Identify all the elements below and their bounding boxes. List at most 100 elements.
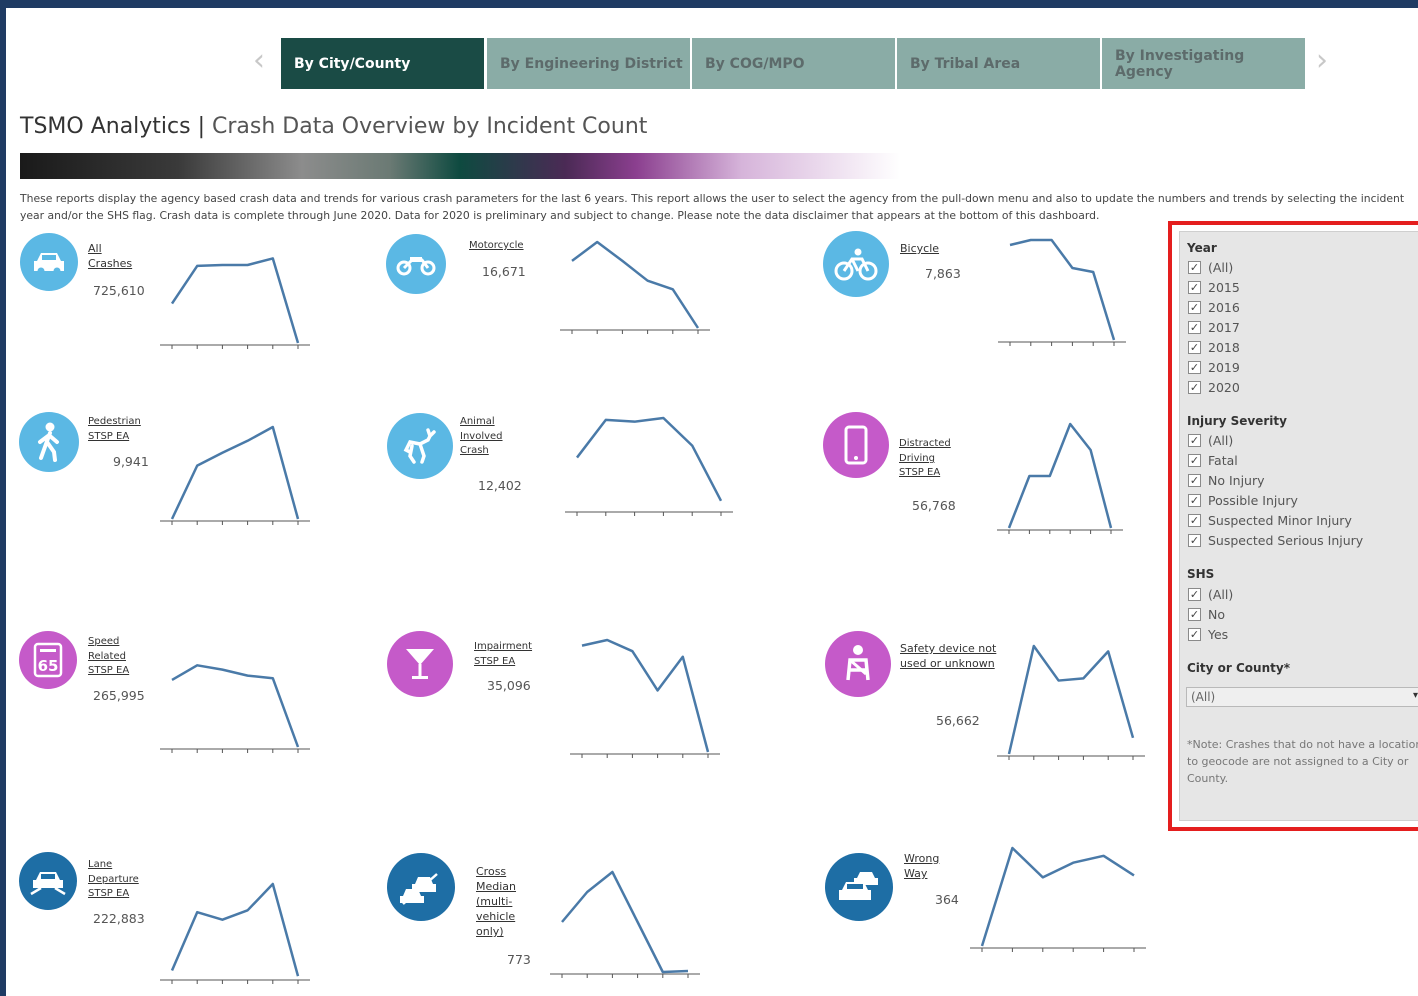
sparkline-speed-related [160,664,310,753]
filter-option-label: 2019 [1208,359,1240,375]
checkbox-checked-icon[interactable]: ✓ [1188,513,1201,527]
page-title: TSMO Analytics | Crash Data Overview by … [20,114,647,139]
metric-label-wrong-way[interactable]: Wrong Way [904,851,939,881]
metric-label-distracted-driving[interactable]: Distracted Driving STSP EA [899,437,951,481]
filter-year-option[interactable]: ✓ 2015 [1188,278,1240,296]
filter-option-label: 2020 [1208,379,1240,395]
checkbox-checked-icon[interactable]: ✓ [1188,300,1201,314]
metric-label-impairment[interactable]: Impairment STSP EA [474,640,532,669]
filter-shs-option[interactable]: ✓ Yes [1188,625,1228,643]
filter-injury-option[interactable]: ✓ Possible Injury [1188,491,1298,509]
filter-option-label: 2017 [1208,319,1240,335]
checkbox-checked-icon[interactable]: ✓ [1188,433,1201,447]
filter-injury-option[interactable]: ✓ Suspected Serious Injury [1188,531,1363,549]
sparkline-trend-line[interactable] [1009,238,1116,341]
checkbox-checked-icon[interactable]: ✓ [1188,453,1201,467]
filter-year-title: Year [1187,241,1217,255]
filter-year-option[interactable]: ✓ 2017 [1188,318,1240,336]
filter-year-option[interactable]: ✓ 2018 [1188,338,1240,356]
checkbox-checked-icon[interactable]: ✓ [1188,320,1201,334]
filter-option-label: Yes [1208,626,1229,642]
deer-icon [387,413,453,479]
sparkline-trend-line[interactable] [170,882,300,977]
sparkline-trend-line[interactable] [1007,422,1113,529]
metric-value-pedestrian: 9,941 [113,454,149,469]
checkbox-checked-icon[interactable]: ✓ [1188,340,1201,354]
filter-option-label: (All) [1208,432,1234,448]
filter-injury-title: Injury Severity [1187,414,1287,428]
checkbox-checked-icon[interactable]: ✓ [1188,360,1201,374]
svg-text:65: 65 [38,657,59,675]
chevron-down-icon[interactable]: ▾ [1413,690,1418,701]
metric-value-speed-related: 265,995 [93,688,145,703]
sparkline-trend-line[interactable] [980,846,1135,947]
metric-value-bicycle: 7,863 [925,266,961,281]
city-county-dropdown[interactable]: (All) ▾ [1186,687,1418,707]
sparkline-trend-line[interactable] [576,416,723,502]
filter-injury-option[interactable]: ✓ (All) [1188,431,1233,449]
filter-shs-option[interactable]: ✓ No [1188,605,1225,623]
filter-option-label: 2018 [1208,339,1240,355]
metric-label-speed-related[interactable]: Speed Related STSP EA [88,635,129,679]
filter-injury-option[interactable]: ✓ Suspected Minor Injury [1188,511,1352,529]
metric-label-bicycle[interactable]: Bicycle [900,241,939,256]
metric-value-animal-involved: 12,402 [478,478,522,493]
metric-value-all-crashes: 725,610 [93,283,145,298]
filter-year-option[interactable]: ✓ 2020 [1188,378,1240,396]
sparkline-pedestrian [160,425,310,525]
sparkline-all-crashes [160,257,310,349]
sparkline-trend-line[interactable] [170,425,300,520]
metric-label-safety-device[interactable]: Safety device not used or unknown [900,641,996,671]
checkbox-checked-icon[interactable]: ✓ [1188,607,1201,621]
sparkline-animal-involved [565,416,733,516]
sparkline-impairment [570,638,720,758]
checkbox-checked-icon[interactable]: ✓ [1188,493,1201,507]
tab-prev-arrow[interactable]: ‹ [253,46,265,76]
checkbox-checked-icon[interactable]: ✓ [1188,587,1201,601]
filter-city-title: City or County* [1187,661,1290,675]
sparkline-trend-line[interactable] [561,870,689,974]
speed-limit-icon: 65 [19,631,77,689]
metric-label-cross-median[interactable]: Cross Median (multi- vehicle only) [476,864,516,939]
checkbox-checked-icon[interactable]: ✓ [1188,280,1201,294]
filter-injury-option[interactable]: ✓ Fatal [1188,451,1238,469]
filter-injury-option[interactable]: ✓ No Injury [1188,471,1265,489]
filter-year-option[interactable]: ✓ 2019 [1188,358,1240,376]
car-crash-icon [20,233,78,291]
report-description: These reports display the agency based c… [20,192,1405,222]
checkbox-checked-icon[interactable]: ✓ [1188,380,1201,394]
sparkline-trend-line[interactable] [571,240,700,329]
tab-by-tribal-area[interactable]: By Tribal Area [897,38,1100,89]
checkbox-checked-icon[interactable]: ✓ [1188,533,1201,547]
filter-panel-body: Year ✓ (All) ✓ 2015 ✓ 2016 ✓ 2017 ✓ 2018 ✓ 2019 ✓ 202… [1179,231,1418,821]
metric-label-motorcycle[interactable]: Motorcycle [469,239,524,254]
sparkline-distracted-driving [997,422,1123,534]
filter-year-option[interactable]: ✓ 2016 [1188,298,1240,316]
sparkline-trend-line[interactable] [170,257,300,344]
seatbelt-icon [825,631,891,697]
tab-by-investigating-agency[interactable]: By Investigating Agency [1102,38,1305,89]
sparkline-motorcycle [560,240,710,334]
checkbox-checked-icon[interactable]: ✓ [1188,260,1201,274]
checkbox-checked-icon[interactable]: ✓ [1188,627,1201,641]
tab-by-cog-mpo[interactable]: By COG/MPO [692,38,895,89]
page-title-main: TSMO Analytics | [20,114,212,139]
tab-next-arrow[interactable]: › [1316,46,1328,76]
filter-shs-option[interactable]: ✓ (All) [1188,585,1233,603]
filter-year-option[interactable]: ✓ (All) [1188,258,1233,276]
checkbox-checked-icon[interactable]: ✓ [1188,473,1201,487]
tab-by-engineering-district[interactable]: By Engineering District [487,38,690,89]
metric-label-lane-departure[interactable]: Lane Departure STSP EA [88,858,139,902]
sparkline-trend-line[interactable] [171,664,300,748]
metric-label-all-crashes[interactable]: All Crashes [88,241,132,271]
wrong-way-icon [825,853,893,921]
tab-by-city-county[interactable]: By City/County [281,38,484,89]
cocktail-icon [387,631,453,697]
metric-label-pedestrian[interactable]: Pedestrian STSP EA [88,415,141,444]
filter-option-label: Suspected Minor Injury [1208,512,1352,528]
metric-value-impairment: 35,096 [487,678,531,693]
bicycle-icon [823,231,889,297]
metric-label-animal-involved[interactable]: Animal Involved Crash [460,415,503,459]
sparkline-trend-line[interactable] [581,638,710,753]
sparkline-trend-line[interactable] [1007,644,1135,755]
